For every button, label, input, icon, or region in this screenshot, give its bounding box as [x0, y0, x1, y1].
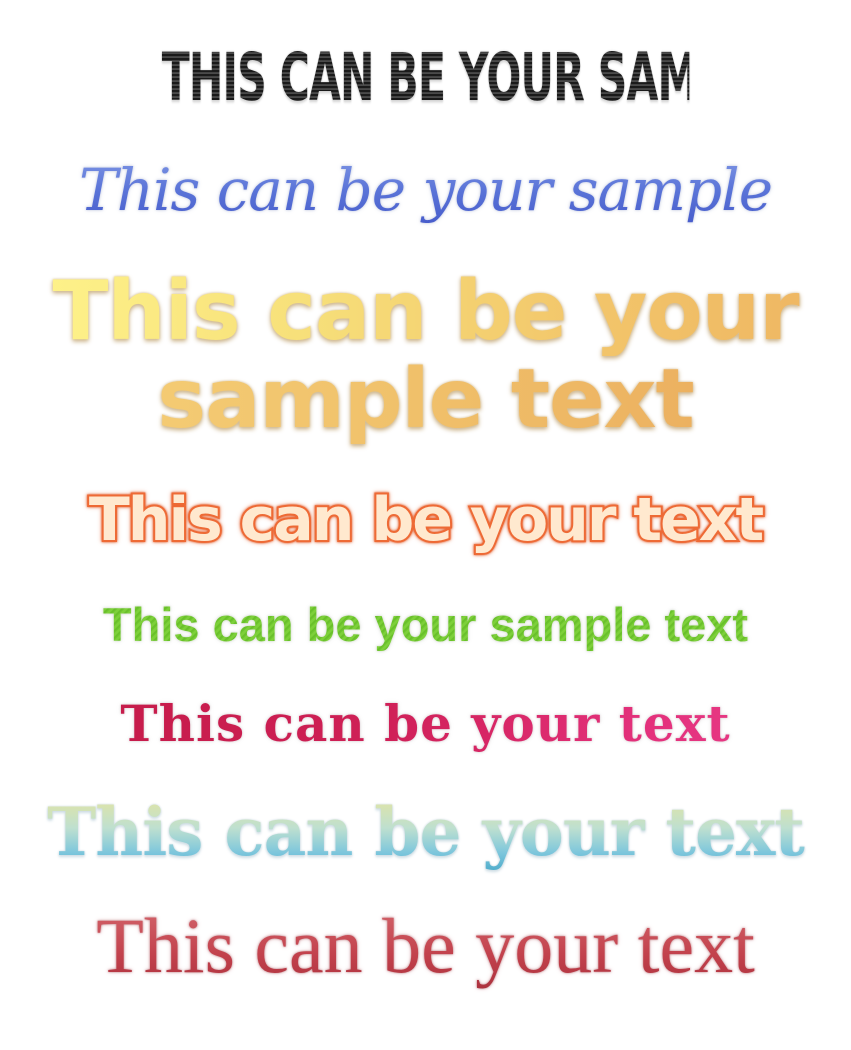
sample-text-orange-outlined: This can be your text — [87, 483, 766, 557]
sample-text-crimson-slab: This can be your text — [0, 692, 851, 756]
sample-text-blue-script: This can be your sample — [0, 140, 851, 240]
sample-text-black-condensed: THIS CAN BE YOUR SAMPLE — [161, 39, 781, 116]
sample-text-yellow-heavy-line-1: This can be your — [0, 268, 851, 356]
sample-text-yellow-heavy-line-2: sample text — [0, 356, 851, 444]
sample-text-yellow-heavy: This can be your sample text — [0, 268, 851, 444]
sample-text-red-serif: This can be your text — [0, 898, 851, 994]
sample-text-teal-serif: This can be your text — [0, 790, 851, 874]
sample-text-green: This can be your sample text — [0, 592, 851, 658]
